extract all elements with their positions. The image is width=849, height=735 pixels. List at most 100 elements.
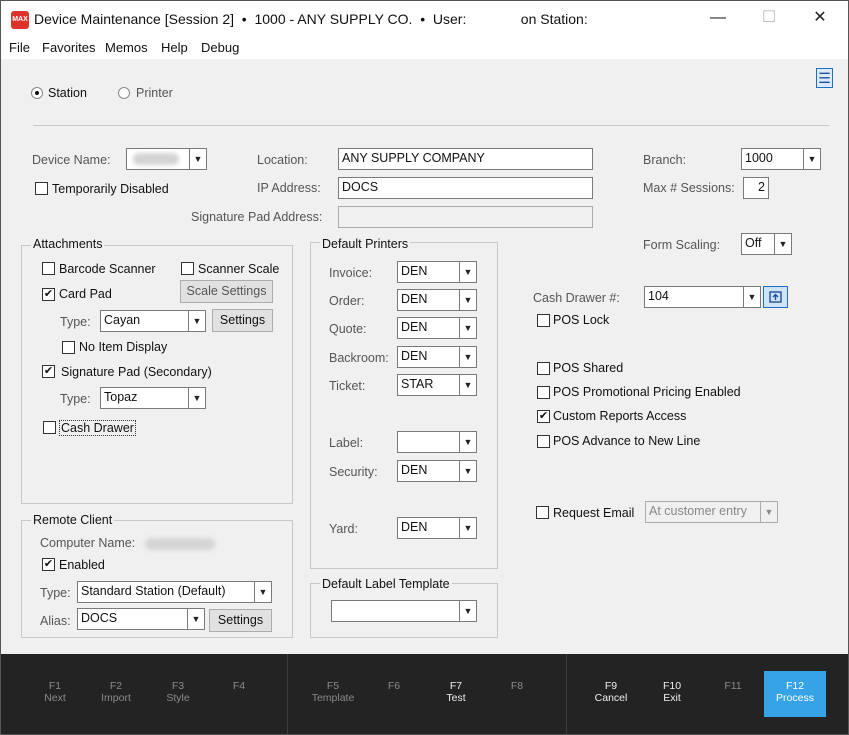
device-name-dropdown[interactable]: ▼	[126, 148, 207, 170]
minimize-button[interactable]: —	[695, 1, 741, 37]
f3-style-button[interactable]: F3 Style	[152, 680, 204, 704]
scanner-scale-checkbox[interactable]	[181, 262, 194, 275]
cash-drawer-number-label: Cash Drawer #:	[533, 291, 620, 305]
no-item-display-checkbox[interactable]	[62, 341, 75, 354]
fkey-key: F2	[109, 680, 123, 692]
fkey-key: F4	[232, 680, 246, 692]
chevron-down-icon: ▼	[803, 149, 820, 169]
pos-lock-checkbox[interactable]	[537, 314, 550, 327]
request-email-label: Request Email	[553, 506, 635, 520]
f4-button[interactable]: F4	[213, 680, 265, 692]
signature-pad-address-label: Signature Pad Address:	[191, 210, 323, 224]
station-radio[interactable]	[31, 87, 43, 99]
fkey-key: F8	[510, 680, 524, 692]
attachments-title: Attachments	[31, 237, 105, 251]
request-email-checkbox[interactable]	[536, 506, 549, 519]
security-printer-dropdown[interactable]: DEN ▼	[397, 460, 477, 482]
printer-radio[interactable]	[118, 87, 130, 99]
printer-value: DEN	[401, 292, 428, 306]
request-email-dropdown[interactable]: At customer entry ▼	[645, 501, 778, 523]
quote-printer-dropdown[interactable]: DEN ▼	[397, 317, 477, 339]
pos-shared-label: POS Shared	[553, 361, 624, 375]
menu-help[interactable]: Help	[161, 40, 188, 55]
printer-row-label: Quote:	[329, 322, 367, 336]
pos-shared-checkbox[interactable]	[537, 362, 550, 375]
menu-memos[interactable]: Memos	[105, 40, 148, 55]
label-template-dropdown[interactable]: ▼	[331, 600, 477, 622]
scale-settings-button[interactable]: Scale Settings	[180, 280, 273, 303]
f7-test-button[interactable]: F7 Test	[430, 680, 482, 704]
fkey-label: Import	[101, 692, 131, 704]
printer-value: DEN	[401, 320, 428, 334]
signature-pad-type-dropdown[interactable]: Topaz ▼	[100, 387, 206, 409]
cash-drawer-open-button[interactable]	[763, 286, 788, 308]
f5-template-button[interactable]: F5 Template	[307, 680, 359, 704]
card-pad-settings-button[interactable]: Settings	[212, 309, 273, 332]
fkey-label: Style	[166, 692, 190, 704]
default-label-template-title: Default Label Template	[320, 577, 452, 591]
f6-button[interactable]: F6	[368, 680, 420, 692]
fkey-label: Test	[446, 692, 466, 704]
menu-file[interactable]: File	[9, 40, 30, 55]
alias-dropdown[interactable]: DOCS ▼	[77, 608, 205, 630]
fkey-key: F1	[48, 680, 62, 692]
yard-printer-dropdown[interactable]: DEN ▼	[397, 517, 477, 539]
f8-button[interactable]: F8	[491, 680, 543, 692]
cash-drawer-number-dropdown[interactable]: 104 ▼	[644, 286, 761, 308]
close-button[interactable]: ✕	[797, 1, 843, 37]
chevron-down-icon: ▼	[459, 601, 476, 621]
pos-advance-checkbox[interactable]	[537, 435, 550, 448]
ip-address-field[interactable]: DOCS	[338, 177, 593, 199]
fkey-label: Exit	[663, 692, 681, 704]
fkey-key: F11	[724, 680, 742, 692]
max-sessions-field[interactable]: 2	[743, 177, 769, 199]
pos-advance-label: POS Advance to New Line	[553, 434, 701, 448]
pos-promo-checkbox[interactable]	[537, 386, 550, 399]
chevron-down-icon: ▼	[187, 609, 204, 629]
menu-debug[interactable]: Debug	[201, 40, 239, 55]
remote-type-dropdown[interactable]: Standard Station (Default) ▼	[77, 581, 272, 603]
ticket-printer-dropdown[interactable]: STAR ▼	[397, 374, 477, 396]
redacted-device-name	[133, 153, 179, 165]
fkey-label: Template	[311, 692, 355, 704]
printer-row-label: Backroom:	[329, 351, 389, 365]
chevron-down-icon: ▼	[459, 290, 476, 310]
menu-favorites[interactable]: Favorites	[42, 40, 95, 55]
backroom-printer-dropdown[interactable]: DEN ▼	[397, 346, 477, 368]
cash-drawer-checkbox[interactable]	[43, 421, 56, 434]
card-pad-type-dropdown[interactable]: Cayan ▼	[100, 310, 206, 332]
f11-button[interactable]: F11	[707, 680, 759, 692]
divider	[33, 125, 829, 126]
branch-dropdown[interactable]: 1000 ▼	[741, 148, 821, 170]
chevron-down-icon: ▼	[760, 502, 777, 522]
hamburger-menu-icon[interactable]: ☰	[816, 68, 833, 88]
chevron-down-icon: ▼	[459, 262, 476, 282]
f10-exit-button[interactable]: F10 Exit	[646, 680, 698, 704]
order-printer-dropdown[interactable]: DEN ▼	[397, 289, 477, 311]
temporarily-disabled-checkbox[interactable]	[35, 182, 48, 195]
printer-row-label: Label:	[329, 436, 364, 450]
chevron-down-icon: ▼	[459, 347, 476, 367]
signature-pad-address-field[interactable]	[338, 206, 593, 228]
card-pad-checkbox[interactable]: ✔	[42, 288, 55, 301]
request-email-value: At customer entry	[649, 504, 747, 518]
location-field[interactable]: ANY SUPPLY COMPANY	[338, 148, 593, 170]
fkey-key: F7	[449, 680, 463, 692]
f9-cancel-button[interactable]: F9 Cancel	[585, 680, 637, 704]
maximize-button[interactable]: ☐	[746, 1, 792, 37]
custom-reports-checkbox[interactable]: ✔	[537, 410, 550, 423]
printer-value: DEN	[401, 463, 428, 477]
label-printer-dropdown[interactable]: ▼	[397, 431, 477, 453]
f1-next-button[interactable]: F1 Next	[29, 680, 81, 704]
invoice-printer-dropdown[interactable]: DEN ▼	[397, 261, 477, 283]
f2-import-button[interactable]: F2 Import	[90, 680, 142, 704]
form-scaling-dropdown[interactable]: Off ▼	[741, 233, 792, 255]
remote-type-value: Standard Station (Default)	[81, 584, 226, 598]
remote-settings-button[interactable]: Settings	[209, 609, 272, 632]
location-label: Location:	[257, 153, 308, 167]
barcode-scanner-checkbox[interactable]	[42, 262, 55, 275]
printer-value: DEN	[401, 264, 428, 278]
remote-enabled-checkbox[interactable]: ✔	[42, 558, 55, 571]
signature-pad-checkbox[interactable]: ✔	[42, 365, 55, 378]
f12-process-button[interactable]: F12 Process	[769, 680, 821, 704]
